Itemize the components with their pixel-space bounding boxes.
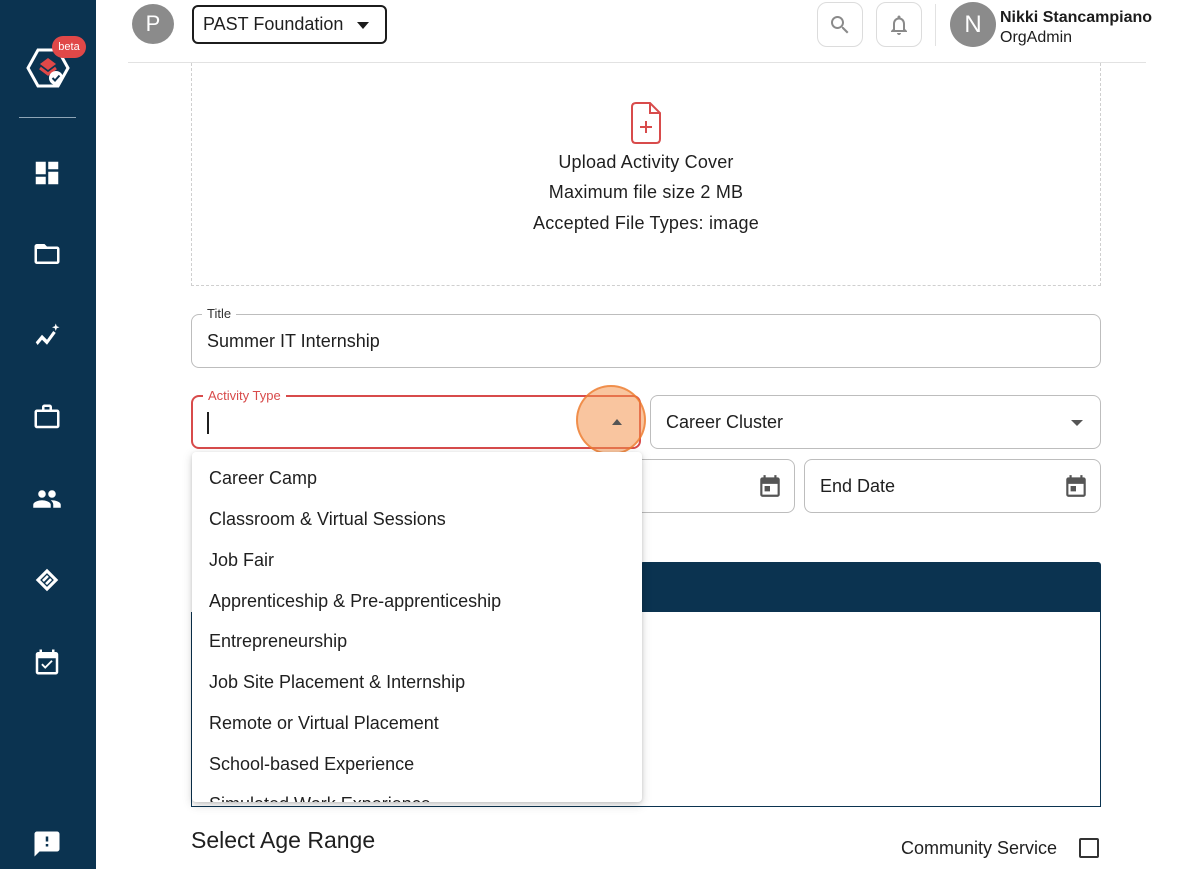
user-avatar[interactable]: N xyxy=(950,2,996,47)
calendar-icon[interactable] xyxy=(1063,473,1089,499)
title-field[interactable]: Title Summer IT Internship xyxy=(191,307,1101,368)
briefcase-icon[interactable] xyxy=(30,400,64,434)
activity-type-dropdown[interactable]: Career Camp Classroom & Virtual Sessions… xyxy=(192,452,642,802)
calendar-icon[interactable] xyxy=(757,473,783,499)
sidebar-divider xyxy=(19,117,76,118)
handshake-icon[interactable] xyxy=(30,563,64,597)
chevron-down-icon xyxy=(357,22,369,29)
title-value[interactable]: Summer IT Internship xyxy=(207,331,380,352)
analytics-icon[interactable] xyxy=(30,319,64,353)
org-selector[interactable]: PAST Foundation xyxy=(192,5,387,44)
activity-type-select[interactable]: Activity Type xyxy=(191,389,641,449)
header-divider xyxy=(935,4,936,46)
table-header xyxy=(640,562,1101,612)
age-range-title: Select Age Range xyxy=(191,827,376,853)
title-label: Title xyxy=(202,307,237,321)
people-icon[interactable] xyxy=(30,482,64,516)
sidebar: beta xyxy=(0,0,96,869)
click-highlight xyxy=(576,385,646,455)
user-name[interactable]: Nikki Stancampiano xyxy=(1000,9,1152,27)
upload-cover-dropzone[interactable]: Upload Activity Cover Maximum file size … xyxy=(191,63,1101,286)
file-add-icon xyxy=(631,102,661,144)
career-cluster-placeholder: Career Cluster xyxy=(666,412,784,432)
search-icon xyxy=(831,15,849,33)
activity-type-label: Activity Type xyxy=(203,389,286,403)
dropdown-option[interactable]: Career Camp xyxy=(209,468,317,489)
dropdown-option[interactable]: Job Site Placement & Internship xyxy=(209,672,465,693)
search-button[interactable] xyxy=(817,2,863,47)
community-service-label: Community Service xyxy=(901,838,1058,858)
user-role: OrgAdmin xyxy=(1000,29,1073,46)
career-cluster-select[interactable]: Career Cluster xyxy=(650,395,1101,449)
end-date-field[interactable]: End Date xyxy=(804,459,1101,513)
dropdown-option[interactable]: Entrepreneurship xyxy=(209,631,347,652)
upload-accepted-types: Accepted File Types: image xyxy=(533,213,759,233)
dropdown-option[interactable]: Classroom & Virtual Sessions xyxy=(209,509,446,530)
calendar-check-icon[interactable] xyxy=(30,645,64,679)
upload-max-size: Maximum file size 2 MB xyxy=(548,182,744,202)
dropdown-option[interactable]: Remote or Virtual Placement xyxy=(209,713,439,734)
chevron-up-icon[interactable] xyxy=(612,419,622,425)
org-avatar[interactable]: P xyxy=(132,4,174,44)
notifications-button[interactable] xyxy=(876,2,922,47)
community-service-checkbox[interactable] xyxy=(1079,838,1099,858)
text-cursor xyxy=(207,412,209,434)
org-name: PAST Foundation xyxy=(203,14,344,34)
dropdown-option[interactable]: Apprenticeship & Pre-apprenticeship xyxy=(209,591,501,612)
upload-title: Upload Activity Cover xyxy=(558,152,734,172)
bell-icon xyxy=(891,15,907,35)
dropdown-option[interactable]: Simulated Work Experience xyxy=(209,794,431,802)
beta-badge: beta xyxy=(52,36,86,58)
folder-icon[interactable] xyxy=(30,237,64,271)
dropdown-option[interactable]: School-based Experience xyxy=(209,754,414,775)
end-date-placeholder: End Date xyxy=(820,476,896,496)
chevron-down-icon xyxy=(1071,420,1083,426)
feedback-icon[interactable] xyxy=(30,827,64,861)
dashboard-icon[interactable] xyxy=(30,156,64,190)
dropdown-option[interactable]: Job Fair xyxy=(209,550,274,571)
